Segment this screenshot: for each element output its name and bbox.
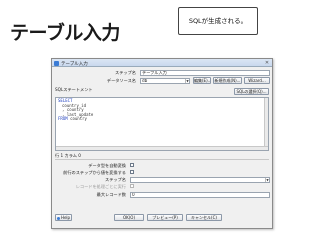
sql-table: country	[70, 116, 87, 122]
sql-label: SQLステートメント	[55, 87, 93, 92]
limit-label: 最大レコード数	[96, 192, 126, 197]
step-name-input[interactable]: テーブル入力	[140, 69, 270, 76]
dialog-title: テーブル入力	[61, 61, 88, 67]
insert-from-step-label: ステップ名	[105, 177, 126, 182]
limit-input[interactable]: 0	[130, 191, 270, 198]
execute-each-row-checkbox[interactable]	[130, 184, 134, 188]
lazy-conversion-checkbox[interactable]	[130, 163, 134, 167]
dialog-titlebar[interactable]: テーブル入力 ✕	[52, 59, 272, 67]
slide-title: テーブル入力	[10, 22, 120, 44]
sql-editor[interactable]: SELECT country_id , country , last_updat…	[55, 97, 269, 151]
vertical-scrollbar[interactable]	[264, 98, 268, 150]
datasource-label: データソース名	[106, 78, 136, 83]
preview-button[interactable]: プレビュー(P)	[147, 214, 183, 221]
datasource-select[interactable]: db ▼	[140, 77, 190, 84]
chevron-down-icon[interactable]: ▼	[265, 177, 269, 182]
wizard-button[interactable]: Wizard...	[244, 77, 270, 84]
table-input-icon	[54, 60, 59, 66]
help-icon	[56, 216, 60, 220]
replace-variables-label: 前行のステップから値を変換する	[63, 170, 126, 175]
step-name-label: ステップ名	[115, 70, 136, 75]
edit-button[interactable]: 編集(E)...	[193, 77, 211, 84]
new-connection-button[interactable]: 新規作成(N)...	[213, 77, 242, 84]
chevron-down-icon[interactable]: ▼	[185, 78, 189, 83]
horizontal-scrollbar[interactable]	[56, 146, 268, 150]
replace-variables-checkbox[interactable]	[130, 170, 134, 174]
table-input-dialog: テーブル入力 ✕ ステップ名 テーブル入力 データソース名 db ▼ 編集(E)…	[51, 58, 273, 229]
sql-from: FROM	[58, 116, 68, 122]
get-sql-button[interactable]: SQLの選択(Q)...	[234, 88, 269, 95]
callout-box: SQLが生成される。	[178, 7, 258, 35]
execute-each-row-label: レコードを処理ごとに実行	[75, 184, 126, 189]
divider	[55, 159, 269, 160]
help-button[interactable]: Help	[55, 214, 72, 221]
ok-button[interactable]: OK(O)	[114, 214, 144, 221]
help-button-label: Help	[60, 215, 71, 220]
cancel-button[interactable]: キャンセル(C)	[186, 214, 222, 221]
close-icon[interactable]: ✕	[264, 60, 270, 66]
datasource-value: db	[142, 77, 148, 83]
lazy-conversion-label: データ型を自動変換	[88, 163, 126, 168]
insert-from-step-select[interactable]: ▼	[130, 176, 270, 183]
